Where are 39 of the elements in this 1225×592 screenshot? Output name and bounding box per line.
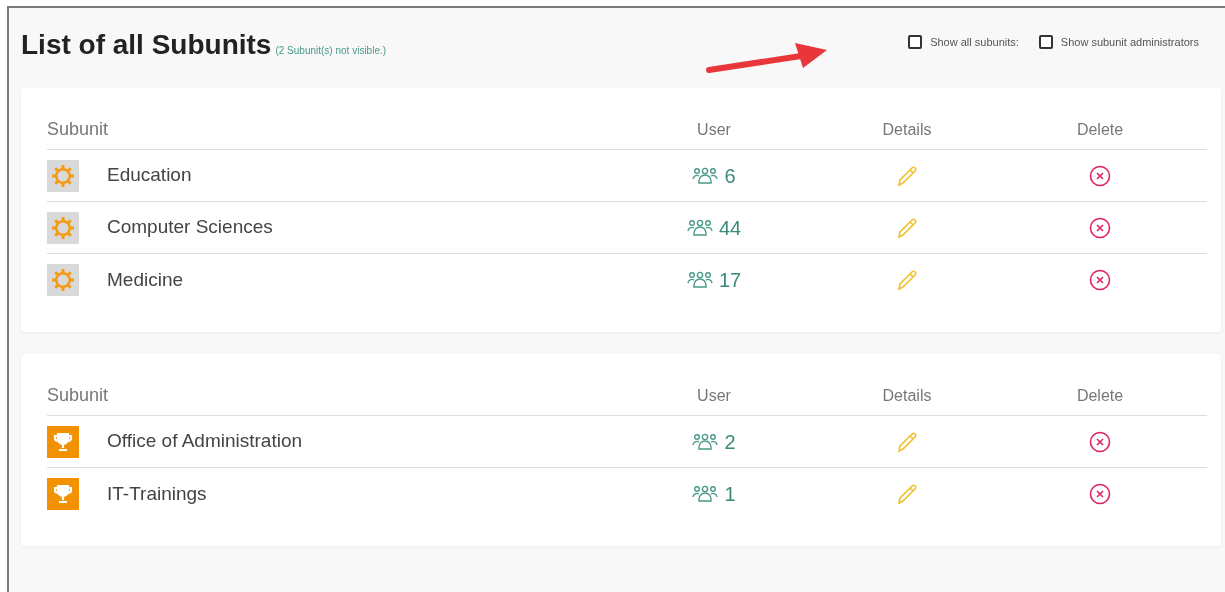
column-header: Subunit	[47, 118, 109, 141]
checkbox-label[interactable]: Show subunit administrators	[1060, 33, 1199, 50]
users-icon	[692, 432, 719, 451]
hidden-count-note: (2 Subunit(s) not visible.)	[275, 44, 387, 58]
user-count[interactable]: 44	[718, 212, 742, 243]
subunit-name[interactable]: Office of Administration	[107, 427, 303, 456]
sun-icon	[47, 159, 79, 192]
users-icon	[686, 271, 713, 289]
column-header: User	[697, 385, 731, 406]
checkbox[interactable]	[908, 34, 923, 49]
delete-icon[interactable]	[1089, 216, 1111, 239]
checkbox[interactable]	[1038, 34, 1053, 49]
subunit-name[interactable]: IT-Trainings	[107, 479, 207, 509]
column-header: Delete	[1076, 385, 1124, 406]
delete-icon[interactable]	[1089, 430, 1111, 453]
column-header: Details	[882, 119, 932, 140]
user-count[interactable]: 2	[724, 426, 736, 457]
user-count[interactable]: 17	[718, 265, 742, 295]
trophy-icon	[47, 425, 79, 458]
column-header: Details	[882, 385, 932, 406]
page-title: List of all Subunits	[21, 28, 272, 62]
column-header: Delete	[1076, 119, 1124, 140]
subunit-name[interactable]: Education	[107, 161, 192, 190]
user-count[interactable]: 6	[724, 160, 736, 191]
subunit-name[interactable]: Medicine	[107, 265, 184, 295]
delete-icon[interactable]	[1089, 483, 1111, 505]
column-header: Subunit	[47, 384, 109, 407]
users-icon	[692, 485, 719, 503]
trophy-icon	[47, 478, 79, 510]
delete-icon[interactable]	[1089, 269, 1111, 291]
users-icon	[686, 218, 713, 237]
delete-icon[interactable]	[1089, 164, 1111, 187]
subunit-name[interactable]: Computer Sciences	[107, 213, 273, 242]
user-count[interactable]: 1	[724, 479, 736, 509]
checkbox-label[interactable]: Show all subunits:	[930, 33, 1019, 50]
column-header: User	[697, 119, 731, 140]
sun-icon	[47, 211, 79, 244]
users-icon	[692, 166, 719, 185]
sun-icon	[47, 264, 79, 296]
